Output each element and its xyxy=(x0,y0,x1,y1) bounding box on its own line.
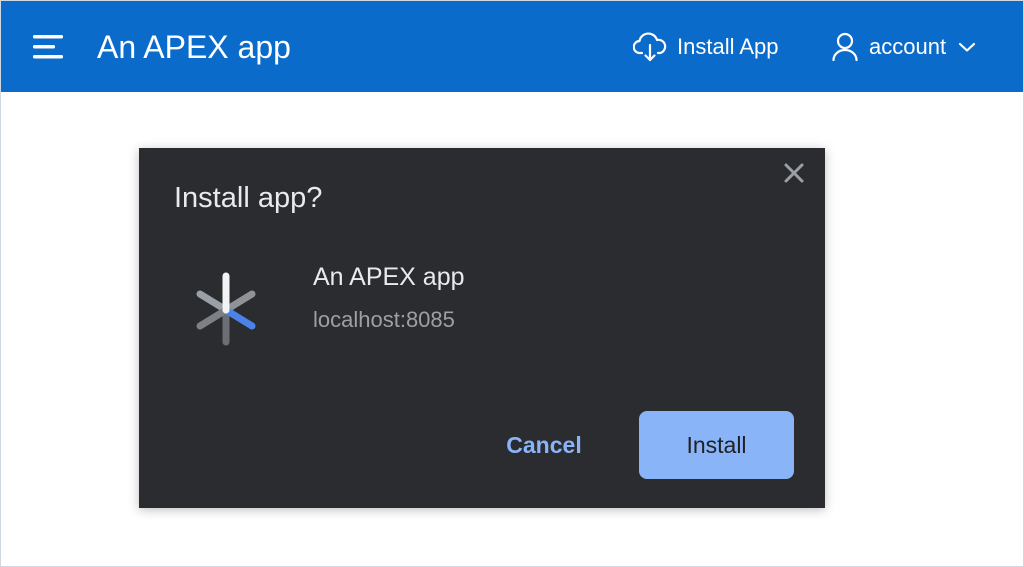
app-host: localhost:8085 xyxy=(313,307,455,332)
chevron-down-icon xyxy=(958,42,976,52)
top-navigation-bar: An APEX app Install App account xyxy=(1,1,1023,92)
dialog-close-button[interactable] xyxy=(779,158,809,188)
menu-button[interactable] xyxy=(31,33,71,61)
install-app-link[interactable]: Install App xyxy=(633,31,779,63)
account-label: account xyxy=(869,34,947,59)
install-app-dialog: Install app? An APEX app localhost:8085 … xyxy=(139,148,825,508)
browser-page: An APEX app Install App account Install … xyxy=(0,0,1024,567)
apex-app-icon xyxy=(191,270,261,346)
install-app-label: Install App xyxy=(677,34,779,59)
cloud-download-icon xyxy=(633,32,667,62)
user-icon xyxy=(832,32,858,62)
app-title: An APEX app xyxy=(97,29,291,65)
account-menu[interactable]: account xyxy=(831,31,976,63)
hamburger-menu-icon xyxy=(33,35,63,59)
dialog-title: Install app? xyxy=(174,182,323,214)
install-button[interactable]: Install xyxy=(639,411,794,479)
app-name: An APEX app xyxy=(313,263,465,291)
cancel-button[interactable]: Cancel xyxy=(479,411,609,479)
close-icon xyxy=(784,163,804,183)
